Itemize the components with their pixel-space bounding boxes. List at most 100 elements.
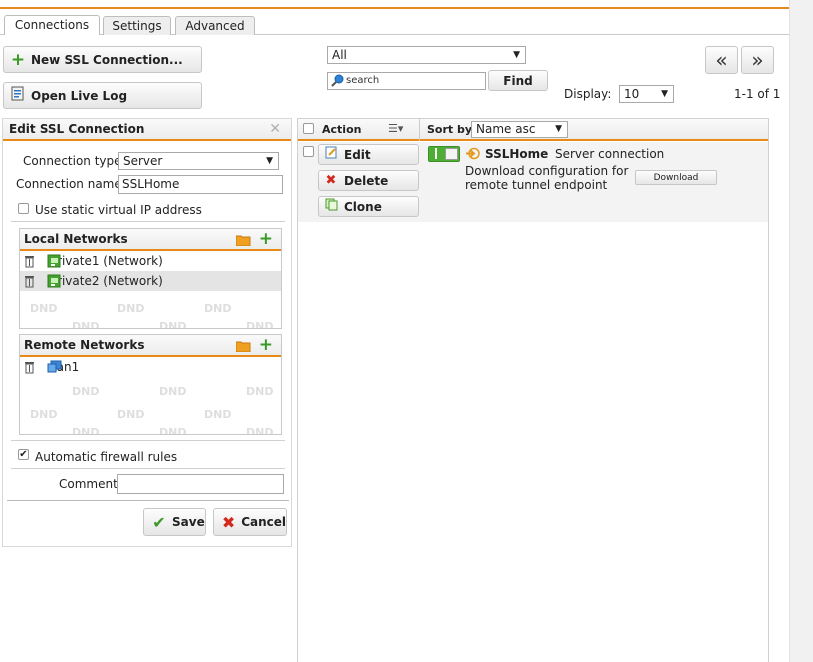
comment-field[interactable] [117, 474, 284, 494]
drop-zone-label: DND [30, 302, 58, 315]
connection-name-label: Connection name: [16, 177, 126, 191]
select-all-checkbox[interactable] [303, 123, 314, 134]
connection-arrow-icon [465, 147, 480, 163]
remote-network-row[interactable]: Lan1 [20, 357, 281, 377]
drop-zone-label: DND [246, 385, 274, 398]
local-network-row[interactable]: Private1 (Network) [20, 251, 281, 271]
panel-title: Edit SSL Connection ✕ [3, 119, 291, 141]
x-icon: ✖ [221, 512, 236, 532]
edit-ssl-connection-panel: Edit SSL Connection ✕ Connection type: S… [2, 118, 292, 547]
open-live-log-button[interactable]: Open Live Log [3, 82, 202, 109]
filter-select[interactable]: All ▼ [327, 46, 526, 64]
download-button[interactable]: Download [635, 170, 717, 185]
divider [11, 468, 285, 469]
folder-icon[interactable] [235, 232, 251, 253]
connection-name-field[interactable]: SSLHome [118, 175, 283, 194]
toggle-knob [445, 148, 458, 160]
next-page-button[interactable]: » [741, 46, 774, 74]
drop-zone-label: DND [30, 408, 58, 421]
display-select[interactable]: 10 ▼ [619, 85, 674, 103]
connection-type-label: Connection type: [23, 154, 126, 168]
connection-type-select[interactable]: Server ▼ [118, 152, 279, 170]
action-header: Action [322, 123, 362, 136]
x-icon: ✖ [325, 173, 337, 188]
header-divider [419, 119, 420, 141]
chevron-down-icon: ▼ [266, 156, 273, 166]
drop-zone-label: DND [159, 426, 187, 435]
comment-label: Comment: [59, 477, 122, 491]
sort-by-label: Sort by: [427, 123, 477, 136]
folder-icon[interactable] [235, 338, 251, 359]
display-label: Display: [564, 87, 612, 101]
chevron-down-icon: ▼ [555, 124, 562, 134]
page-scroll-gutter [789, 0, 813, 662]
column-menu-icon[interactable]: ☰▾ [388, 122, 403, 135]
drop-zone-label: DND [246, 320, 274, 329]
network-icon [47, 274, 61, 294]
static-ip-label: Use static virtual IP address [35, 203, 202, 217]
log-icon [10, 86, 26, 105]
drop-zone-label: DND [72, 320, 100, 329]
chevron-down-icon: ▼ [513, 50, 520, 60]
prev-page-button[interactable]: « [705, 46, 738, 74]
trash-icon[interactable] [24, 360, 35, 380]
find-button[interactable]: Find [488, 70, 548, 91]
clone-icon [323, 198, 339, 215]
firewall-rules-label: Automatic firewall rules [35, 450, 178, 464]
chevron-down-icon: ▼ [661, 89, 668, 99]
cancel-button[interactable]: ✖ Cancel [213, 508, 287, 536]
divider [11, 221, 285, 222]
clone-button[interactable]: Clone [318, 196, 419, 217]
firewall-rules-checkbox[interactable]: ✔ [18, 449, 29, 460]
close-icon[interactable]: ✕ [269, 119, 281, 139]
trash-icon[interactable] [24, 274, 35, 294]
connection-description: Download configuration for [465, 164, 629, 178]
plus-icon: + [10, 49, 26, 70]
edit-button[interactable]: Edit [318, 144, 419, 165]
drop-zone-label: DND [246, 426, 274, 435]
divider [11, 440, 285, 441]
table-row: Edit ✖ Delete Clone SSLHome Server conne… [298, 142, 768, 222]
local-network-row[interactable]: Private2 (Network) [20, 271, 281, 291]
sort-select[interactable]: Name asc ▼ [471, 121, 568, 138]
drop-zone-label: DND [72, 426, 100, 435]
static-ip-checkbox[interactable] [18, 203, 29, 214]
tab-connections[interactable]: Connections [4, 15, 100, 35]
remote-networks-header: Remote Networks + [20, 335, 281, 357]
new-ssl-connection-label: New SSL Connection... [31, 52, 183, 67]
tab-advanced[interactable]: Advanced [175, 16, 255, 35]
connection-name: SSLHome [485, 147, 549, 161]
drop-zone-label: DND [204, 408, 232, 421]
checkmark-icon: ✔ [152, 512, 166, 532]
pagination-status: 1-1 of 1 [734, 87, 781, 101]
search-icon [331, 74, 344, 93]
connections-list: Action ☰▾ Sort by: Name asc ▼ Edit ✖ Dele… [297, 118, 769, 662]
drop-zone-label: DND [159, 385, 187, 398]
list-header: Action ☰▾ Sort by: Name asc ▼ [298, 119, 768, 141]
host-icon [47, 360, 62, 380]
open-live-log-label: Open Live Log [31, 88, 128, 103]
drop-zone-label: DND [117, 408, 145, 421]
drop-zone-label: DND [117, 302, 145, 315]
drop-zone-label: DND [204, 302, 232, 315]
new-ssl-connection-button[interactable]: + New SSL Connection... [3, 46, 202, 73]
add-icon[interactable]: + [259, 335, 273, 356]
remote-networks-box: Remote Networks + Lan1 DND DND DND DND D… [19, 334, 282, 435]
local-networks-header: Local Networks + [20, 229, 281, 251]
add-icon[interactable]: + [259, 229, 273, 250]
connection-type: Server connection [555, 147, 665, 161]
edit-icon [323, 146, 339, 163]
divider [7, 500, 289, 501]
header-accent-line [0, 7, 789, 9]
tab-settings[interactable]: Settings [103, 16, 171, 35]
connection-description: remote tunnel endpoint [465, 178, 608, 192]
save-button[interactable]: ✔ Save [143, 508, 206, 536]
local-networks-box: Local Networks + Private1 (Network) Priv… [19, 228, 282, 329]
delete-button[interactable]: ✖ Delete [318, 170, 419, 191]
drop-zone-label: DND [72, 385, 100, 398]
drop-zone-label: DND [159, 320, 187, 329]
enable-toggle[interactable] [428, 146, 460, 162]
row-checkbox[interactable] [303, 146, 314, 157]
search-input[interactable]: search [327, 72, 486, 90]
toggle-on-mark [435, 148, 437, 159]
